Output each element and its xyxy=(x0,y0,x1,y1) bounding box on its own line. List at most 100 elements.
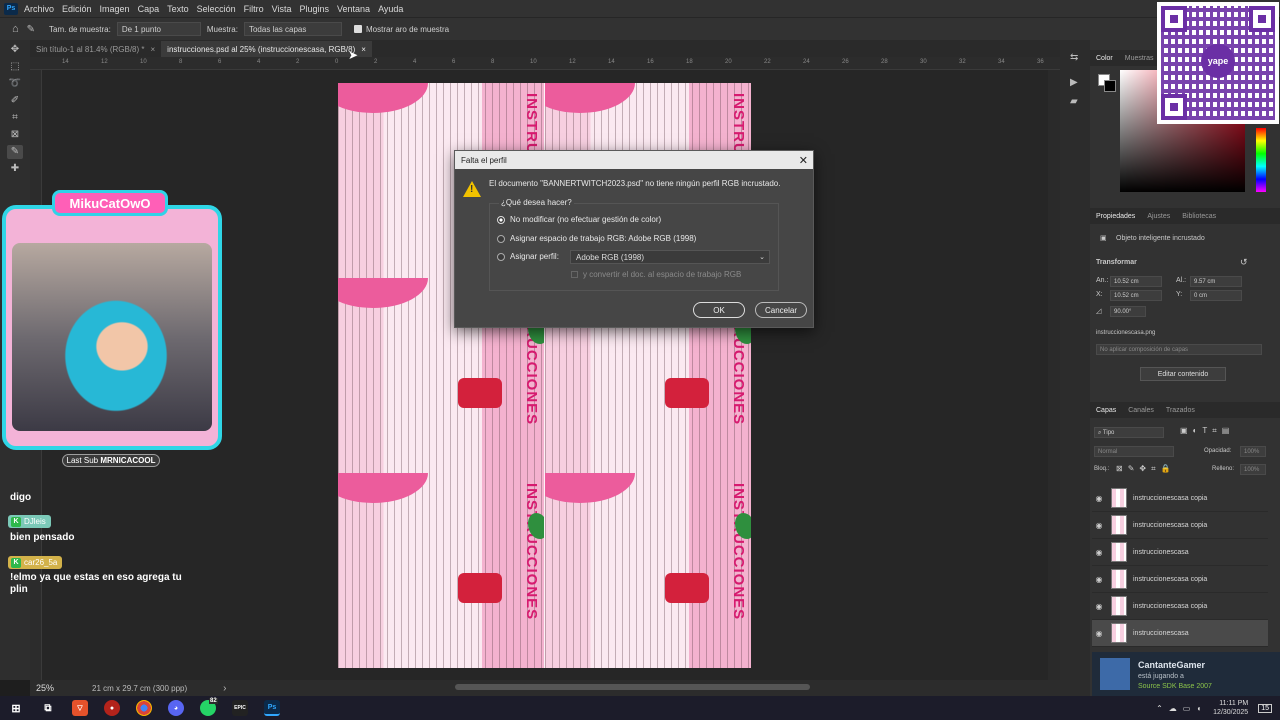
whatsapp-icon[interactable]: 82 xyxy=(200,698,218,716)
profile-select[interactable]: Adobe RGB (1998) ⌄ xyxy=(570,250,770,264)
radio-label: No modificar (no efectuar gestión de col… xyxy=(510,215,662,224)
layer-row-selected[interactable]: ◉ instruccionescasa xyxy=(1092,620,1268,647)
history-icon[interactable]: ⇆ xyxy=(1070,52,1090,63)
transform-heading: Transformar xyxy=(1096,259,1137,266)
angle-field[interactable]: 90.00° xyxy=(1110,306,1146,317)
radio-asignar-espacio[interactable]: Asignar espacio de trabajo RGB: Adobe RG… xyxy=(497,234,696,243)
close-icon[interactable]: × xyxy=(151,45,156,54)
tab-sin-titulo[interactable]: Sin título-1 al 81.4% (RGB/8) * × xyxy=(30,41,161,57)
tab-trazados[interactable]: Trazados xyxy=(1160,407,1201,414)
system-tray-icons[interactable]: ⌃☁▭◖ xyxy=(1156,704,1207,713)
layer-row[interactable]: ◉ instruccionescasa xyxy=(1092,539,1268,566)
crop-tool-icon[interactable]: ⌗ xyxy=(7,111,23,125)
chrome-icon[interactable] xyxy=(136,700,152,716)
warning-icon: ! xyxy=(463,181,481,197)
eyedropper-tool-icon[interactable]: ✎ xyxy=(27,24,35,35)
convert-checkbox-row[interactable]: y convertir el doc. al espacio de trabaj… xyxy=(571,270,741,279)
menu-capa[interactable]: Capa xyxy=(138,4,160,14)
lock-icons[interactable]: ⊠✎✥⌗🔒 xyxy=(1116,464,1176,474)
menu-plugins[interactable]: Plugins xyxy=(300,4,330,14)
eye-icon[interactable]: ◉ xyxy=(1092,602,1106,611)
eye-icon[interactable]: ◉ xyxy=(1092,629,1106,638)
close-icon[interactable]: × xyxy=(361,45,366,54)
ruler-tick-label: 0 xyxy=(335,59,339,65)
eye-icon[interactable]: ◉ xyxy=(1092,494,1106,503)
healing-brush-icon[interactable]: ✚ xyxy=(7,162,23,176)
width-field[interactable]: 10.52 cm xyxy=(1110,276,1162,287)
eye-icon[interactable]: ◉ xyxy=(1092,548,1106,557)
layer-filter-input[interactable]: ⌕ Tipo xyxy=(1094,427,1164,438)
zoom-level[interactable]: 25% xyxy=(36,683,54,693)
menu-seleccion[interactable]: Selección xyxy=(197,4,236,14)
opacity-field[interactable]: 100% xyxy=(1240,446,1266,457)
close-icon[interactable]: ✕ xyxy=(799,154,813,167)
cancel-button[interactable]: Cancelar xyxy=(755,302,807,318)
vertical-scrollbar[interactable] xyxy=(1048,70,1060,680)
reset-transform-icon[interactable]: ↺ xyxy=(1240,257,1248,268)
radio-no-modificar[interactable]: No modificar (no efectuar gestión de col… xyxy=(497,215,661,224)
layer-row[interactable]: ◉ instruccionescasa copia xyxy=(1092,512,1268,539)
eye-icon[interactable]: ◉ xyxy=(1092,575,1106,584)
layer-filter-icons[interactable]: ▣◐T⌗▤ xyxy=(1180,426,1234,436)
convert-checkbox[interactable] xyxy=(571,271,578,278)
notification-count[interactable]: 15 xyxy=(1258,703,1272,713)
epic-games-icon[interactable]: EPIC xyxy=(232,700,248,716)
tile-title: INSTRUCCIONES xyxy=(523,483,540,621)
tab-canales[interactable]: Canales xyxy=(1122,407,1160,414)
sweater-illustration xyxy=(458,573,502,603)
move-tool-icon[interactable]: ✥ xyxy=(7,43,23,57)
discord-icon[interactable]: ◕ xyxy=(168,700,184,716)
obs-icon[interactable]: ● xyxy=(104,700,120,716)
x-field[interactable]: 10.52 cm xyxy=(1110,290,1162,301)
edit-contents-button[interactable]: Editar contenido xyxy=(1140,367,1226,381)
tab-instrucciones[interactable]: instrucciones.psd al 25% (instruccionesc… xyxy=(161,41,372,57)
ruler-tick-label: 4 xyxy=(257,59,261,65)
tab-propiedades[interactable]: Propiedades xyxy=(1090,213,1141,220)
tab-muestras[interactable]: Muestras xyxy=(1119,55,1160,62)
sample-select[interactable]: Todas las capas xyxy=(243,22,342,36)
lasso-tool-icon[interactable]: ➰ xyxy=(7,77,23,91)
menu-vista[interactable]: Vista xyxy=(272,4,292,14)
fill-field[interactable]: 100% xyxy=(1240,464,1266,475)
sample-size-select[interactable]: De 1 punto xyxy=(116,22,201,36)
hue-slider[interactable] xyxy=(1256,128,1266,192)
home-icon[interactable]: ⌂ xyxy=(12,23,19,35)
menu-archivo[interactable]: Archivo xyxy=(24,4,54,14)
windows-start-icon[interactable]: ⊞ xyxy=(8,700,24,716)
marquee-tool-icon[interactable]: ⬚ xyxy=(7,60,23,74)
photoshop-taskbar-icon[interactable]: Ps xyxy=(264,700,280,716)
tab-color[interactable]: Color xyxy=(1090,55,1119,62)
tab-capas[interactable]: Capas xyxy=(1090,407,1122,414)
eye-icon[interactable]: ◉ xyxy=(1092,521,1106,530)
comment-icon[interactable]: ▰ xyxy=(1070,96,1090,107)
layer-row[interactable]: ◉ instruccionescasa copia xyxy=(1092,485,1268,512)
brave-browser-icon[interactable]: ▽ xyxy=(72,700,88,716)
frame-tool-icon[interactable]: ⊠ xyxy=(7,128,23,142)
quick-select-tool-icon[interactable]: ✐ xyxy=(7,94,23,108)
tab-ajustes[interactable]: Ajustes xyxy=(1141,213,1176,220)
background-color-swatch[interactable] xyxy=(1104,80,1116,92)
task-view-icon[interactable]: ⧉ xyxy=(40,700,56,716)
eyedropper-icon[interactable]: ✎ xyxy=(7,145,23,159)
menu-filtro[interactable]: Filtro xyxy=(244,4,264,14)
y-field[interactable]: 0 cm xyxy=(1190,290,1242,301)
menu-texto[interactable]: Texto xyxy=(167,4,189,14)
layer-row[interactable]: ◉ instruccionescasa copia xyxy=(1092,566,1268,593)
ok-button[interactable]: OK xyxy=(693,302,745,318)
height-field[interactable]: 9.57 cm xyxy=(1190,276,1242,287)
radio-asignar-perfil[interactable]: Asignar perfil: xyxy=(497,252,559,261)
menu-edicion[interactable]: Edición xyxy=(62,4,92,14)
play-action-icon[interactable]: ▶ xyxy=(1070,77,1090,88)
status-arrow-icon[interactable]: › xyxy=(223,683,226,694)
menu-ayuda[interactable]: Ayuda xyxy=(378,4,403,14)
blend-mode-select[interactable]: Normal xyxy=(1094,446,1174,457)
show-ring-checkbox[interactable] xyxy=(353,25,362,33)
horizontal-scrollbar[interactable] xyxy=(455,684,810,690)
filter-type-label: Tipo xyxy=(1102,430,1115,436)
tab-bibliotecas[interactable]: Bibliotecas xyxy=(1176,213,1222,220)
clock[interactable]: 11:11 PM 12/30/2025 xyxy=(1213,699,1248,717)
layer-row[interactable]: ◉ instruccionescasa copia xyxy=(1092,593,1268,620)
layer-comp-select[interactable]: No aplicar composición de capas xyxy=(1096,344,1262,355)
menu-imagen[interactable]: Imagen xyxy=(100,4,130,14)
menu-ventana[interactable]: Ventana xyxy=(337,4,370,14)
